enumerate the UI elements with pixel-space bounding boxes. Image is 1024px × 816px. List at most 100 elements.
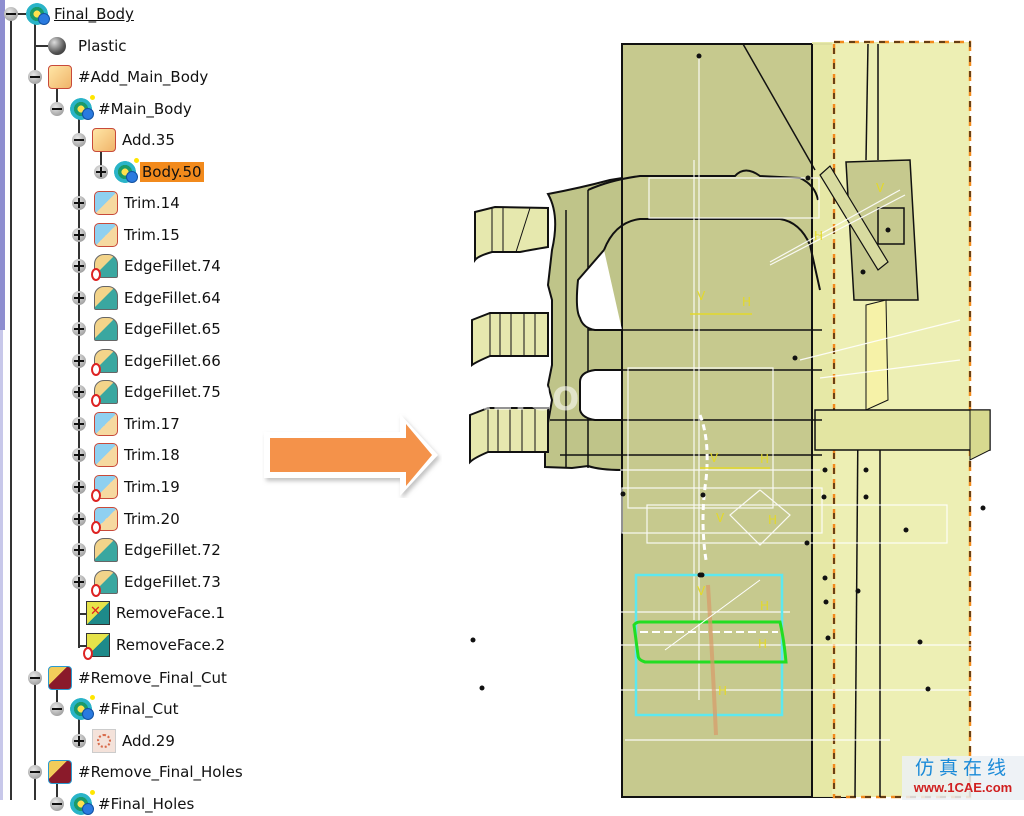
body-gear-icon bbox=[70, 790, 95, 815]
tree-node-edgefillet-73[interactable]: EdgeFillet.73 bbox=[72, 569, 223, 597]
expand-icon[interactable] bbox=[72, 479, 86, 494]
warning-icon bbox=[91, 583, 101, 597]
tree-node-add-29[interactable]: Add.29 bbox=[72, 729, 177, 753]
tree-node-label: Trim.14 bbox=[124, 194, 180, 212]
logo-chinese-text: 仿真在线 bbox=[914, 757, 1011, 779]
tree-node-trim-14[interactable]: Trim.14 bbox=[72, 191, 182, 215]
svg-text:V: V bbox=[716, 511, 725, 525]
tree-line bbox=[36, 45, 48, 47]
tree-node-edgefillet-64[interactable]: EdgeFillet.64 bbox=[72, 285, 223, 310]
collapse-icon[interactable] bbox=[72, 133, 86, 147]
edge-fillet-icon bbox=[91, 380, 118, 408]
body-gear-icon bbox=[70, 695, 95, 720]
expand-icon[interactable] bbox=[72, 543, 86, 558]
tree-node-trim-18[interactable]: Trim.18 bbox=[72, 443, 182, 468]
rib-box bbox=[814, 409, 991, 451]
expand-icon[interactable] bbox=[94, 165, 108, 179]
tree-node-edgefillet-65[interactable]: EdgeFillet.65 bbox=[72, 317, 223, 342]
svg-text:H: H bbox=[768, 513, 777, 527]
expand-icon[interactable] bbox=[72, 448, 86, 463]
collapse-icon[interactable] bbox=[50, 797, 64, 811]
tree-node-edgefillet-72[interactable]: EdgeFillet.72 bbox=[72, 538, 223, 563]
expand-icon[interactable] bbox=[72, 511, 86, 526]
svg-text:H: H bbox=[742, 295, 751, 309]
tree-line bbox=[10, 12, 12, 800]
trim-icon bbox=[94, 443, 118, 468]
tree-node-add-main-body[interactable]: #Add_Main_Body bbox=[28, 65, 210, 89]
expand-icon[interactable] bbox=[72, 385, 86, 400]
expand-icon[interactable] bbox=[72, 353, 86, 368]
tree-node-remove-final-holes[interactable]: #Remove_Final_Holes bbox=[28, 760, 245, 784]
tree-node-label: Trim.19 bbox=[124, 477, 180, 496]
collapse-icon[interactable] bbox=[50, 702, 64, 716]
rib-face bbox=[865, 299, 889, 411]
body-gear-icon bbox=[70, 95, 95, 120]
tree-node-label: EdgeFillet.73 bbox=[124, 572, 221, 591]
trim-icon bbox=[91, 506, 118, 534]
expand-icon[interactable] bbox=[72, 574, 86, 589]
add-operation-icon bbox=[48, 65, 72, 89]
collapse-icon[interactable] bbox=[28, 765, 42, 779]
expand-icon[interactable] bbox=[72, 227, 86, 242]
body-gear-icon bbox=[26, 3, 50, 25]
orange-arrow-icon bbox=[264, 414, 438, 496]
expand-icon[interactable] bbox=[72, 196, 86, 210]
tree-node-label: EdgeFillet.64 bbox=[124, 288, 221, 307]
tree-node-trim-15[interactable]: Trim.15 bbox=[72, 222, 182, 247]
watermark-text: 1CAE.COM bbox=[418, 380, 614, 418]
expand-icon[interactable] bbox=[72, 416, 86, 431]
tree-node-plastic[interactable]: Plastic bbox=[48, 34, 129, 58]
warning-icon bbox=[91, 488, 101, 502]
svg-text:H: H bbox=[758, 637, 767, 651]
svg-text:H: H bbox=[718, 684, 727, 698]
tree-node-final-holes[interactable]: #Final_Holes bbox=[50, 790, 196, 816]
hook-prong-top bbox=[474, 205, 549, 263]
trim-icon bbox=[94, 222, 118, 247]
tree-node-trim-17[interactable]: Trim.17 bbox=[72, 411, 182, 436]
collapse-icon[interactable] bbox=[28, 671, 42, 685]
collapse-icon[interactable] bbox=[28, 70, 42, 84]
rib-box-end bbox=[969, 409, 991, 461]
expand-icon[interactable] bbox=[72, 734, 86, 748]
add-operation-icon bbox=[92, 128, 116, 152]
edge-fillet-icon bbox=[94, 285, 118, 310]
svg-text:H: H bbox=[760, 599, 769, 613]
expand-icon[interactable] bbox=[72, 259, 86, 274]
tree-node-trim-19[interactable]: Trim.19 bbox=[72, 474, 182, 502]
tree-node-label: Trim.20 bbox=[124, 509, 180, 528]
svg-text:H: H bbox=[814, 229, 823, 243]
collapse-icon[interactable] bbox=[50, 102, 64, 116]
expand-icon[interactable] bbox=[72, 322, 86, 337]
trim-icon bbox=[94, 191, 118, 215]
remove-operation-icon bbox=[48, 760, 72, 784]
tree-node-final-cut[interactable]: #Final_Cut bbox=[50, 695, 181, 721]
tree-node-edgefillet-75[interactable]: EdgeFillet.75 bbox=[72, 380, 223, 408]
svg-text:V: V bbox=[876, 181, 885, 195]
tree-node-label: RemoveFace.1 bbox=[116, 604, 226, 623]
material-sphere-icon bbox=[48, 37, 66, 55]
svg-text:H: H bbox=[760, 452, 769, 466]
tree-node-body-50[interactable]: Body.50 bbox=[94, 158, 204, 184]
warning-icon bbox=[91, 520, 101, 534]
tree-node-remove-final-cut[interactable]: #Remove_Final_Cut bbox=[28, 666, 229, 690]
edge-fillet-icon bbox=[91, 348, 118, 376]
collapse-icon[interactable] bbox=[4, 7, 18, 21]
expand-icon[interactable] bbox=[72, 290, 86, 305]
edge-fillet-icon bbox=[91, 569, 118, 597]
remove-operation-icon bbox=[48, 666, 72, 690]
tree-node-final-body[interactable]: Final_Body bbox=[4, 2, 136, 26]
tree-node-main-body[interactable]: #Main_Body bbox=[50, 95, 194, 121]
tree-node-add-35[interactable]: Add.35 bbox=[72, 128, 177, 152]
specification-tree: Final_Body Plastic #Add_Main_Body #Main_… bbox=[0, 0, 300, 815]
warning-icon bbox=[83, 646, 93, 660]
tree-node-edgefillet-66[interactable]: EdgeFillet.66 bbox=[72, 348, 223, 376]
body-gear-icon bbox=[114, 158, 139, 183]
tree-node-trim-20[interactable]: Trim.20 bbox=[72, 506, 182, 534]
tree-node-removeface-1[interactable]: RemoveFace.1 bbox=[86, 601, 227, 626]
tree-node-removeface-2[interactable]: RemoveFace.2 bbox=[83, 632, 227, 660]
warning-icon bbox=[91, 394, 101, 408]
remove-face-icon bbox=[83, 632, 110, 660]
svg-text:V: V bbox=[710, 451, 719, 465]
tree-node-edgefillet-74[interactable]: EdgeFillet.74 bbox=[72, 254, 223, 282]
remove-face-icon bbox=[86, 601, 110, 626]
